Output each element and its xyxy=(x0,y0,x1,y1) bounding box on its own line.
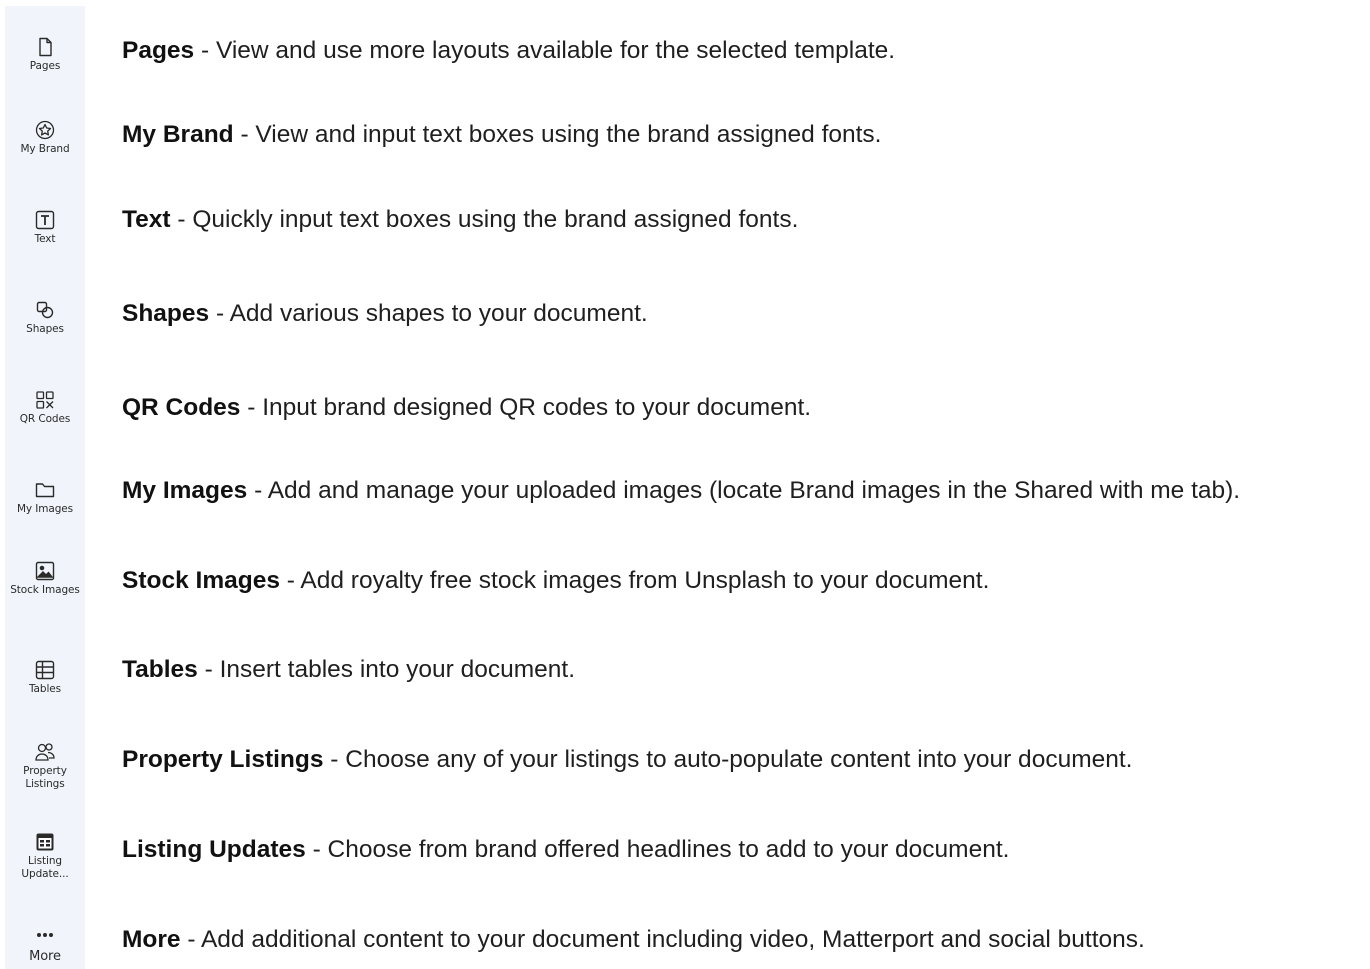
page-icon xyxy=(34,36,56,58)
description-text: - Insert tables into your document. xyxy=(197,656,576,683)
sidebar: Pages My Brand Text Shapes QR Codes My I… xyxy=(5,6,85,969)
description-my-brand: My Brand - View and input text boxes usi… xyxy=(122,120,882,150)
description-my-images: My Images - Add and manage your uploaded… xyxy=(122,476,1240,506)
description-shapes: Shapes - Add various shapes to your docu… xyxy=(122,299,648,329)
text-icon xyxy=(34,209,56,231)
calendar-icon xyxy=(34,831,56,853)
sidebar-item-label: QR Codes xyxy=(19,413,71,425)
description-property-listings: Property Listings - Choose any of your l… xyxy=(122,745,1132,775)
more-dots-icon xyxy=(34,924,56,946)
sidebar-item-label: Shapes xyxy=(26,323,64,335)
description-title: More xyxy=(122,926,181,953)
sidebar-item-label: Pages xyxy=(29,60,61,72)
description-title: Pages xyxy=(122,37,195,64)
description-title: Tables xyxy=(122,656,198,683)
description-text-tool: Text - Quickly input text boxes using th… xyxy=(122,205,798,235)
sidebar-item-label: My Brand xyxy=(20,143,70,155)
sidebar-item-label: More xyxy=(29,949,61,964)
description-title: Stock Images xyxy=(122,567,280,594)
description-title: Text xyxy=(122,206,171,233)
sidebar-item-stock-images[interactable]: Stock Images xyxy=(5,560,85,597)
description-pages: Pages - View and use more layouts availa… xyxy=(122,36,895,66)
sidebar-item-tables[interactable]: Tables xyxy=(5,659,85,696)
sidebar-item-listing-updates[interactable]: Listing Update... xyxy=(5,831,85,881)
sidebar-item-qr-codes[interactable]: QR Codes xyxy=(5,389,85,426)
description-text: - Add various shapes to your document. xyxy=(209,300,648,327)
description-text: - Add and manage your uploaded images (l… xyxy=(247,477,1241,504)
description-title: Shapes xyxy=(122,300,210,327)
folder-icon xyxy=(34,479,56,501)
image-icon xyxy=(34,560,56,582)
shapes-icon xyxy=(34,299,56,321)
description-text: - Choose any of your listings to auto-po… xyxy=(323,746,1133,773)
description-title: My Brand xyxy=(122,121,234,148)
sidebar-item-label: My Images xyxy=(16,503,74,515)
sidebar-item-pages[interactable]: Pages xyxy=(5,36,85,73)
sidebar-item-my-brand[interactable]: My Brand xyxy=(5,119,85,156)
sidebar-item-my-images[interactable]: My Images xyxy=(5,479,85,516)
qr-code-icon xyxy=(34,389,56,411)
description-tables: Tables - Insert tables into your documen… xyxy=(122,655,575,685)
description-text: - Quickly input text boxes using the bra… xyxy=(170,206,799,233)
description-listing-updates: Listing Updates - Choose from brand offe… xyxy=(122,835,1009,865)
brand-icon xyxy=(34,119,56,141)
description-stock-images: Stock Images - Add royalty free stock im… xyxy=(122,566,989,596)
description-title: QR Codes xyxy=(122,394,241,421)
sidebar-item-more[interactable]: More xyxy=(5,924,85,963)
sidebar-item-shapes[interactable]: Shapes xyxy=(5,299,85,336)
sidebar-item-text[interactable]: Text xyxy=(5,209,85,246)
table-icon xyxy=(34,659,56,681)
description-title: Listing Updates xyxy=(122,836,306,863)
sidebar-item-property-listings[interactable]: Property Listings xyxy=(5,741,85,791)
sidebar-item-label: Property Listings xyxy=(23,765,67,790)
description-text: - Choose from brand offered headlines to… xyxy=(305,836,1010,863)
people-icon xyxy=(34,741,56,763)
sidebar-item-label: Listing Update... xyxy=(21,855,69,880)
sidebar-item-label: Tables xyxy=(28,683,62,695)
description-text: - Add royalty free stock images from Uns… xyxy=(279,567,990,594)
sidebar-item-label: Text xyxy=(34,233,56,245)
description-text: - View and input text boxes using the br… xyxy=(233,121,882,148)
description-qr-codes: QR Codes - Input brand designed QR codes… xyxy=(122,393,811,423)
description-more: More - Add additional content to your do… xyxy=(122,925,1145,955)
description-title: My Images xyxy=(122,477,248,504)
sidebar-item-label: Stock Images xyxy=(10,584,80,596)
description-text: - View and use more layouts available fo… xyxy=(194,37,896,64)
description-text: - Add additional content to your documen… xyxy=(180,926,1145,953)
description-text: - Input brand designed QR codes to your … xyxy=(240,394,812,421)
description-title: Property Listings xyxy=(122,746,324,773)
